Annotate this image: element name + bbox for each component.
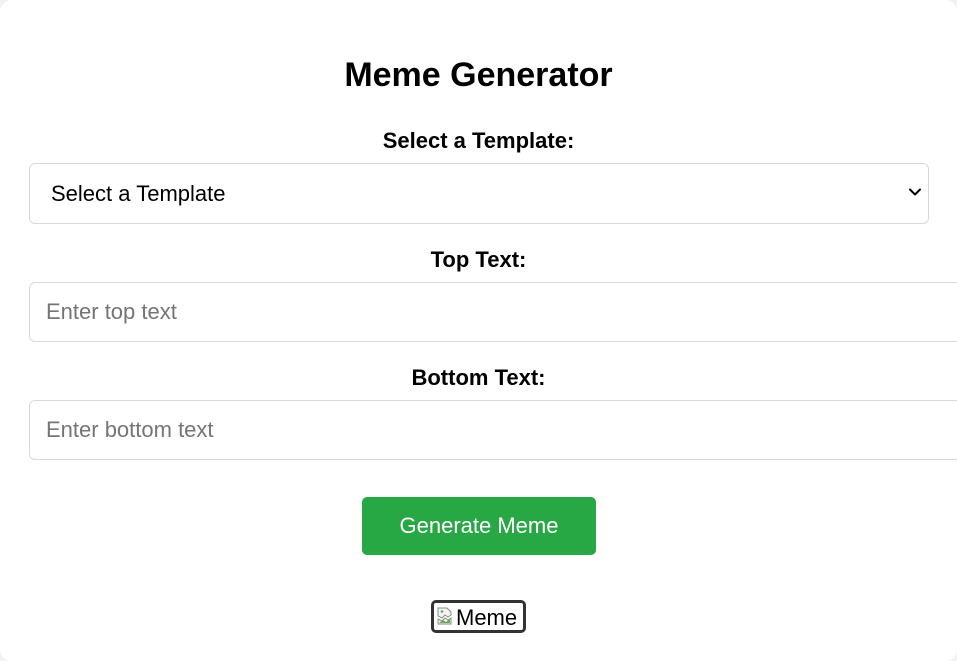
template-select-value: Select a Template — [51, 181, 226, 206]
meme-alt-text: Meme — [456, 605, 518, 630]
chevron-down-icon — [909, 188, 921, 196]
template-label: Select a Template: — [382, 128, 575, 153]
bottom-text-input[interactable] — [29, 400, 957, 460]
meme-generator-card: Meme Generator Select a Template: Select… — [0, 0, 957, 661]
page-title: Meme Generator — [344, 56, 613, 94]
template-select[interactable]: Select a Template — [29, 163, 929, 224]
bottom-text-label: Bottom Text: — [411, 365, 546, 390]
top-text-label: Top Text: — [430, 247, 527, 272]
top-text-input[interactable] — [29, 282, 957, 342]
generate-meme-button[interactable]: Generate Meme — [362, 497, 596, 555]
broken-image-icon — [437, 607, 452, 625]
meme-image: Meme — [431, 600, 526, 633]
